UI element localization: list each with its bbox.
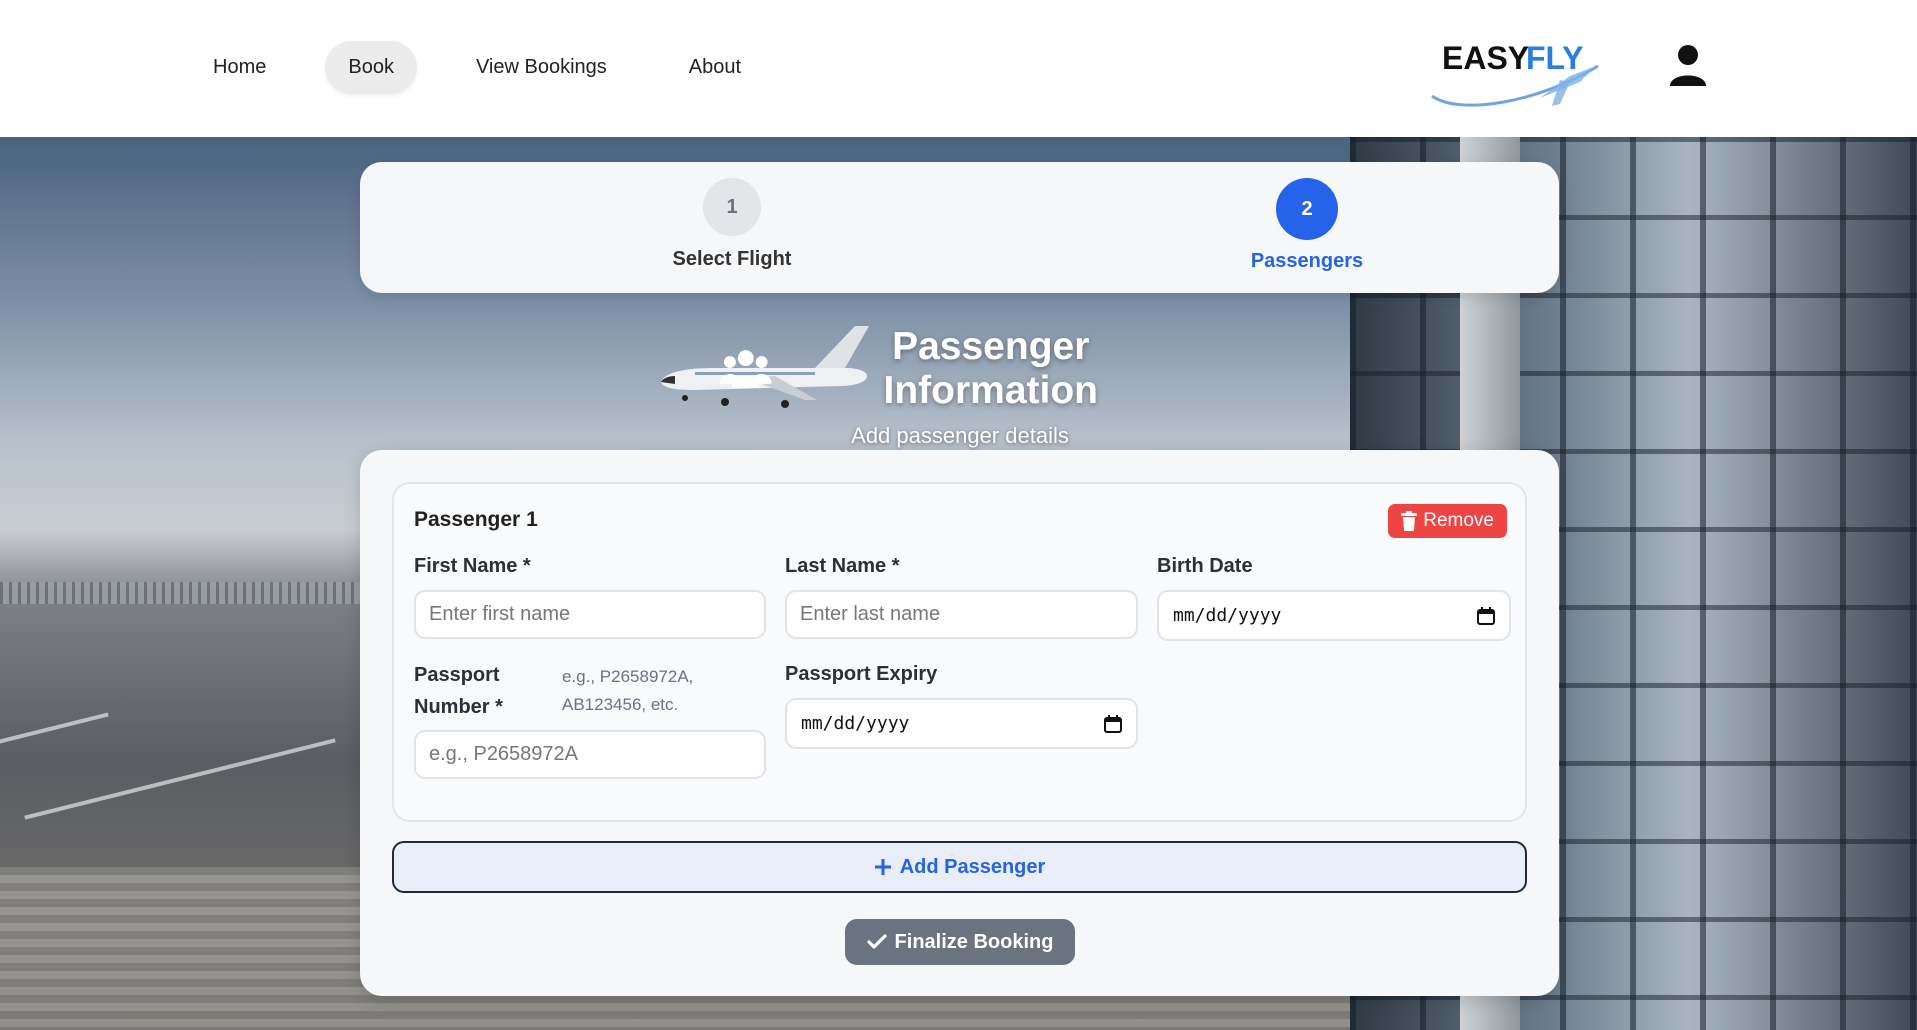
passport-number-label-line1: Passport <box>414 664 500 686</box>
logo-text-easy: EASY <box>1442 40 1529 76</box>
step-label: Select Flight <box>672 248 792 270</box>
page-header: Passenger Information Add passenger deta… <box>720 325 1200 448</box>
top-navbar: Home Book View Bookings About EASY FLY <box>0 0 1917 137</box>
add-passenger-button[interactable]: Add Passenger <box>392 841 1527 893</box>
road-marking <box>24 738 336 820</box>
step-label: Passengers <box>1250 250 1364 272</box>
trash-icon <box>1401 511 1418 531</box>
step-number: 2 <box>1276 178 1338 240</box>
easyfly-logo[interactable]: EASY FLY <box>1420 36 1605 116</box>
finalize-booking-button[interactable]: Finalize Booking <box>845 919 1075 965</box>
passport-expiry-placeholder: mm/dd/yyyy <box>801 713 910 734</box>
last-name-input[interactable] <box>785 590 1138 639</box>
step-passengers[interactable]: 2 Passengers <box>1207 178 1407 273</box>
passport-hint-line2: AB123456, etc. <box>562 695 679 714</box>
step-number: 1 <box>703 178 761 236</box>
passport-expiry-input[interactable]: mm/dd/yyyy <box>785 698 1138 749</box>
booking-stepper: 1 Select Flight 2 Passengers <box>360 162 1559 293</box>
nav-view-bookings[interactable]: View Bookings <box>453 41 630 94</box>
birth-date-input[interactable]: mm/dd/yyyy <box>1157 590 1511 641</box>
road-marking <box>0 712 109 746</box>
passport-number-label-line2: Number * <box>414 696 503 718</box>
remove-label: Remove <box>1423 510 1494 531</box>
main-nav: Home Book View Bookings About <box>190 41 800 94</box>
birth-date-label: Birth Date <box>1157 555 1253 577</box>
passenger-form-card: Passenger 1 Remove First Name * Last Nam… <box>360 450 1559 996</box>
nav-about[interactable]: About <box>666 41 764 94</box>
step-select-flight[interactable]: 1 Select Flight <box>632 178 832 271</box>
passenger-heading: Passenger 1 <box>414 508 538 531</box>
passport-number-label: Passport Number * <box>414 659 503 723</box>
passport-hint-line1: e.g., P2658972A, <box>562 667 694 686</box>
nav-home[interactable]: Home <box>190 41 289 94</box>
first-name-label: First Name * <box>414 555 531 577</box>
logo-text-fly: FLY <box>1526 40 1584 76</box>
page-subtitle: Add passenger details <box>851 423 1069 448</box>
birth-date-placeholder: mm/dd/yyyy <box>1173 605 1282 626</box>
plus-icon <box>874 859 891 875</box>
calendar-icon[interactable] <box>1477 606 1495 625</box>
users-icon <box>720 350 772 388</box>
remove-passenger-button[interactable]: Remove <box>1388 504 1507 538</box>
passenger-card: Passenger 1 Remove First Name * Last Nam… <box>392 482 1527 822</box>
passport-number-input[interactable] <box>414 730 766 779</box>
page-title: Passenger Information <box>720 325 1200 413</box>
passport-expiry-label: Passport Expiry <box>785 663 938 685</box>
user-icon[interactable] <box>1668 44 1708 86</box>
page-title-text: Passenger Information <box>883 325 1098 412</box>
nav-book[interactable]: Book <box>325 41 417 94</box>
add-passenger-label: Add Passenger <box>899 855 1046 878</box>
passport-number-hint: e.g., P2658972A, AB123456, etc. <box>562 663 693 719</box>
check-icon <box>866 934 887 949</box>
last-name-label: Last Name * <box>785 555 900 577</box>
finalize-booking-label: Finalize Booking <box>894 930 1054 953</box>
calendar-icon[interactable] <box>1104 714 1122 733</box>
first-name-input[interactable] <box>414 590 766 639</box>
railing <box>0 582 360 604</box>
